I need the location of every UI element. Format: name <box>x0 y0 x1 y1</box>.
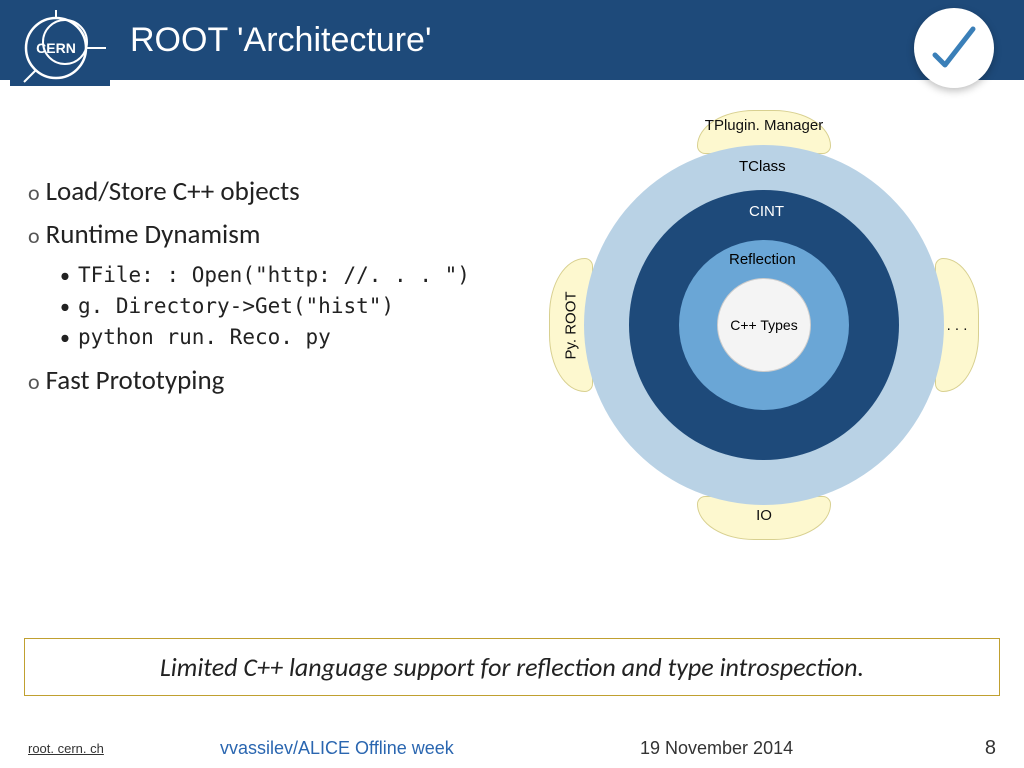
code-text: g. Directory->Get("hist") <box>78 294 394 318</box>
petal-left-label: Py. ROOT <box>563 291 580 359</box>
code-text: TFile: : Open("http: //. . . ") <box>78 263 470 287</box>
ring-core: C++ Types <box>717 278 811 372</box>
label-tclass: TClass <box>739 158 786 175</box>
sub-bullet: •python run. Reco. py <box>60 323 470 350</box>
label-reflection: Reflection <box>729 251 796 268</box>
slide-header: ROOT 'Architecture' <box>0 0 1024 80</box>
footer-date: 19 November 2014 <box>640 738 793 759</box>
bullet-item: oFast Prototyping <box>28 364 470 397</box>
bullet-item: oLoad/Store C++ objects <box>28 175 470 208</box>
root-logo-icon <box>929 23 979 73</box>
cern-logo-icon: CERN <box>10 8 110 86</box>
root-logo <box>914 8 994 88</box>
bullet-text: Fast Prototyping <box>46 364 225 397</box>
sub-bullet: •TFile: : Open("http: //. . . ") <box>60 261 470 288</box>
bullet-list: oLoad/Store C++ objects oRuntime Dynamis… <box>28 175 470 407</box>
cern-logo: CERN <box>10 8 110 86</box>
footer-page-number: 8 <box>985 737 996 760</box>
slide-title: ROOT 'Architecture' <box>130 21 431 60</box>
bullet-text: Load/Store C++ objects <box>46 175 300 208</box>
core-label: C++ Types <box>730 317 797 333</box>
bullet-item: oRuntime Dynamism <box>28 218 470 251</box>
svg-text:CERN: CERN <box>36 40 76 56</box>
sub-bullet: •g. Directory->Get("hist") <box>60 292 470 319</box>
code-text: python run. Reco. py <box>78 325 331 349</box>
architecture-diagram: TPlugin. Manager Py. ROOT . . . IO C++ T… <box>549 110 979 540</box>
bullet-text: Runtime Dynamism <box>46 218 261 251</box>
footer-link[interactable]: root. cern. ch <box>28 741 104 756</box>
footer-author: vvassilev/ALICE Offline week <box>220 738 454 759</box>
label-cint: CINT <box>749 203 784 220</box>
slide-footer: root. cern. ch vvassilev/ALICE Offline w… <box>0 741 1024 756</box>
slide-body: oLoad/Store C++ objects oRuntime Dynamis… <box>0 80 1024 640</box>
callout: Limited C++ language support for reflect… <box>24 638 1000 696</box>
